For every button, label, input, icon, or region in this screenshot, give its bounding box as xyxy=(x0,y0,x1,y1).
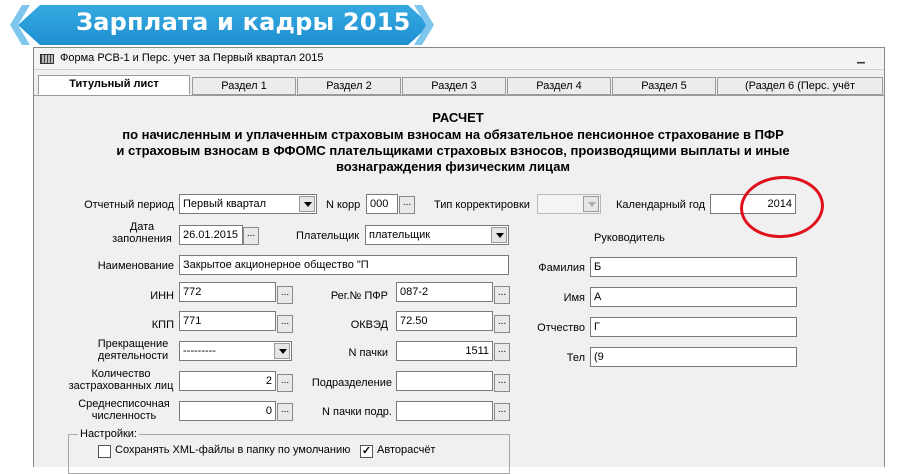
director-heading: Руководитель xyxy=(594,232,665,244)
chevron-down-icon[interactable] xyxy=(274,343,290,359)
npack-sub-field[interactable] xyxy=(396,401,493,421)
corr-type-label: Тип корректировки xyxy=(434,199,530,211)
inn-label: ИНН xyxy=(150,290,174,302)
ncorr-picker-button[interactable]: ... xyxy=(399,196,415,214)
save-xml-checkbox[interactable] xyxy=(98,445,111,458)
settings-title: Настройки: xyxy=(78,428,139,440)
subdivision-picker-button[interactable]: ... xyxy=(494,374,510,392)
okved-label: ОКВЭД xyxy=(350,319,388,331)
stop-activity-value: --------- xyxy=(183,345,216,357)
insured-picker-button[interactable]: ... xyxy=(277,374,293,392)
subdivision-field[interactable] xyxy=(396,371,493,391)
form-subtitle-line-2: и страховым взносам в ФФОМС плательщикам… xyxy=(116,143,790,158)
patronymic-field[interactable]: Г xyxy=(590,317,797,337)
form-heading: РАСЧЕТ xyxy=(432,110,484,125)
fill-date-label: Дата заполнения xyxy=(112,221,172,245)
name-label: Наименование xyxy=(97,260,174,272)
surname-field[interactable]: Б xyxy=(590,257,797,277)
ncorr-label: N корр xyxy=(326,199,361,211)
avg-headcount-label: Среднесписочная численность xyxy=(78,398,170,422)
app-icon xyxy=(40,54,54,64)
firstname-field[interactable]: А xyxy=(590,287,797,307)
kpp-picker-button[interactable]: ... xyxy=(277,315,293,333)
chevron-down-icon[interactable] xyxy=(491,227,507,243)
npack-label: N пачки xyxy=(348,347,388,359)
fill-date-field[interactable]: 26.01.2015 xyxy=(179,225,243,245)
period-select[interactable]: Первый квартал xyxy=(179,194,317,214)
ncorr-field[interactable]: 000 xyxy=(366,194,398,214)
form-subtitle-line-1: по начисленным и уплаченным страховым вз… xyxy=(122,127,784,142)
phone-field[interactable]: (9 xyxy=(590,347,797,367)
banner-title: Зарплата и кадры 2015 xyxy=(76,8,411,36)
patronymic-label: Отчество xyxy=(537,322,585,334)
stop-activity-label: Прекращение деятельности xyxy=(97,338,169,362)
window-titlebar: Форма РСВ-1 и Перс. учет за Первый кварт… xyxy=(34,48,884,70)
year-label: Календарный год xyxy=(616,199,706,211)
insured-count-field[interactable]: 2 xyxy=(179,371,276,391)
insured-count-label: Количество застрахованных лиц xyxy=(68,368,174,392)
payer-value: плательщик xyxy=(369,229,431,241)
corr-type-select[interactable] xyxy=(537,194,601,214)
tab-section-3[interactable]: Раздел 3 xyxy=(402,77,506,95)
phone-label: Тел xyxy=(566,352,585,364)
tab-section-4[interactable]: Раздел 4 xyxy=(507,77,611,95)
tab-section-6[interactable]: (Раздел 6 (Перс. учёт xyxy=(717,77,883,95)
window-title: Форма РСВ-1 и Перс. учет за Первый кварт… xyxy=(60,52,324,64)
auto-calc-label: Авторасчёт xyxy=(377,444,436,456)
name-field[interactable]: Закрытое акционерное общество "П xyxy=(179,255,509,275)
npack-field[interactable]: 1511 xyxy=(396,341,493,361)
firstname-label: Имя xyxy=(563,292,585,304)
payer-label: Плательщик xyxy=(296,230,360,242)
regpfr-label: Рег.№ ПФР xyxy=(330,290,388,302)
period-label: Отчетный период xyxy=(84,199,174,211)
payer-select[interactable]: плательщик xyxy=(365,225,509,245)
surname-label: Фамилия xyxy=(538,262,585,274)
npack-sub-picker-button[interactable]: ... xyxy=(494,403,510,421)
regpfr-field[interactable]: 087-2 xyxy=(396,282,493,302)
minimize-icon[interactable]: ▁ xyxy=(854,52,868,66)
tab-title-page[interactable]: Титульный лист xyxy=(38,75,190,95)
chevron-down-icon[interactable] xyxy=(299,196,315,212)
subdivision-label: Подразделение xyxy=(311,377,392,389)
tab-section-2[interactable]: Раздел 2 xyxy=(297,77,401,95)
kpp-field[interactable]: 771 xyxy=(179,311,276,331)
date-picker-button[interactable]: ... xyxy=(243,227,259,245)
form-subtitle-line-3: вознаграждения физическим лицам xyxy=(335,159,571,174)
stop-activity-select[interactable]: --------- xyxy=(179,341,292,361)
chevron-down-icon[interactable] xyxy=(583,196,599,212)
avg-headcount-field[interactable]: 0 xyxy=(179,401,276,421)
tab-section-1[interactable]: Раздел 1 xyxy=(192,77,296,95)
auto-calc-checkbox[interactable]: ✓ xyxy=(360,445,373,458)
kpp-label: КПП xyxy=(151,319,174,331)
okved-field[interactable]: 72.50 xyxy=(396,311,493,331)
avg-headcount-picker-button[interactable]: ... xyxy=(277,403,293,421)
period-value: Первый квартал xyxy=(183,198,267,210)
inn-field[interactable]: 772 xyxy=(179,282,276,302)
inn-picker-button[interactable]: ... xyxy=(277,286,293,304)
npack-sub-label: N пачки подр. xyxy=(321,406,392,418)
tab-section-5[interactable]: Раздел 5 xyxy=(612,77,716,95)
save-xml-label: Сохранять XML-файлы в папку по умолчанию xyxy=(115,444,351,456)
